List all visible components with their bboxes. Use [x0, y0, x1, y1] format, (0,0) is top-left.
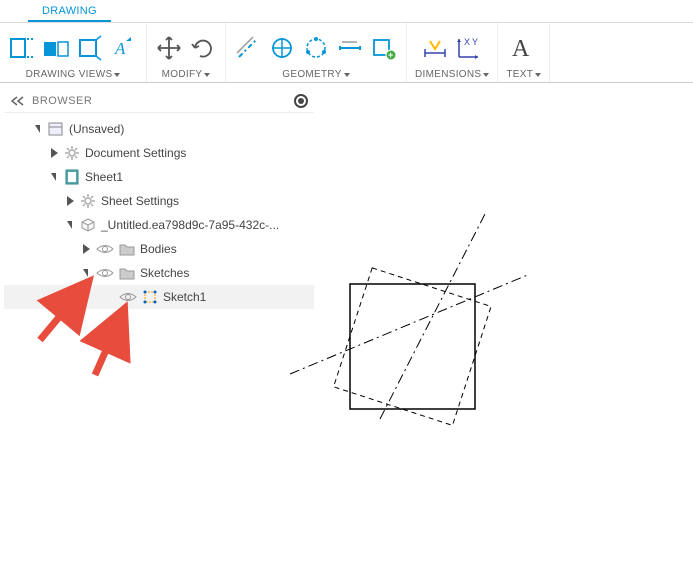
- tree-label: Sketches: [140, 266, 189, 280]
- twisty-open-icon[interactable]: [49, 172, 59, 182]
- tree-untitled[interactable]: _Untitled.ea798d9c-7a95-432c-...: [4, 213, 314, 237]
- section-view-icon[interactable]: [76, 34, 104, 62]
- browser-header: BROWSER: [4, 90, 314, 113]
- dimension-icon[interactable]: [421, 34, 449, 62]
- tree-label: Sheet1: [85, 170, 123, 184]
- sketch-sym-icon[interactable]: +: [370, 34, 398, 62]
- group-label-text[interactable]: TEXT: [506, 69, 541, 82]
- collapse-browser-icon[interactable]: [10, 95, 26, 107]
- browser-toggle-icon[interactable]: [294, 94, 308, 108]
- caret-down-icon: [114, 73, 120, 77]
- visibility-eye-icon[interactable]: [96, 267, 114, 279]
- gear-icon: [64, 145, 80, 161]
- centerline-icon[interactable]: [234, 34, 262, 62]
- group-label-views[interactable]: DRAWING VIEWS: [26, 69, 121, 82]
- sketch-icon: [142, 289, 158, 305]
- tree-label: Sketch1: [163, 290, 206, 304]
- twisty-open-icon[interactable]: [33, 124, 43, 134]
- tree-label: (Unsaved): [69, 122, 124, 136]
- tree-doc-settings[interactable]: Document Settings: [4, 141, 314, 165]
- tab-drawing[interactable]: DRAWING: [28, 1, 111, 22]
- component-icon: [80, 217, 96, 233]
- center-pattern-icon[interactable]: [302, 34, 330, 62]
- drawing-doc-icon: [48, 121, 64, 137]
- ribbon: DRAWING A DRAWING VIEWS: [0, 0, 693, 83]
- twisty-open-icon[interactable]: [65, 220, 75, 230]
- tree-sheet[interactable]: Sheet1: [4, 165, 314, 189]
- folder-icon: [119, 241, 135, 257]
- detail-view-icon[interactable]: A: [110, 34, 138, 62]
- svg-text:A: A: [114, 39, 126, 58]
- tree-sketches[interactable]: Sketches: [4, 261, 314, 285]
- visibility-eye-icon[interactable]: [119, 291, 137, 303]
- tree-sketch1[interactable]: Sketch1: [4, 285, 314, 309]
- twisty-closed-icon[interactable]: [49, 148, 59, 158]
- group-label-dimensions[interactable]: DIMENSIONS: [415, 69, 489, 82]
- svg-text:+: +: [388, 50, 393, 60]
- group-label-geometry[interactable]: GEOMETRY: [282, 69, 349, 82]
- tree-root[interactable]: (Unsaved): [4, 117, 314, 141]
- browser-tree: (Unsaved) Document Settings Sheet1: [4, 113, 314, 313]
- svg-text:A: A: [512, 36, 530, 62]
- ordinate-icon[interactable]: XY: [455, 34, 483, 62]
- center-mark-icon[interactable]: [268, 34, 296, 62]
- edge-ext-icon[interactable]: [336, 34, 364, 62]
- tree-sheet-settings[interactable]: Sheet Settings: [4, 189, 314, 213]
- text-icon[interactable]: A: [508, 34, 540, 62]
- tree-label: Bodies: [140, 242, 177, 256]
- tree-label: Document Settings: [85, 146, 186, 160]
- tab-strip: DRAWING: [0, 0, 693, 22]
- caret-down-icon: [204, 73, 210, 77]
- rotate-icon[interactable]: [189, 34, 217, 62]
- ribbon-row: A DRAWING VIEWS MODIFY: [0, 22, 693, 82]
- group-modify: MODIFY: [147, 23, 226, 82]
- svg-text:X: X: [464, 37, 470, 47]
- svg-text:Y: Y: [472, 37, 478, 47]
- move-icon[interactable]: [155, 34, 183, 62]
- gear-icon: [80, 193, 96, 209]
- group-label-modify[interactable]: MODIFY: [162, 69, 211, 82]
- browser-title: BROWSER: [32, 95, 288, 107]
- caret-down-icon: [344, 73, 350, 77]
- twisty-closed-icon[interactable]: [65, 196, 75, 206]
- group-text: A TEXT: [498, 23, 550, 82]
- tree-label: _Untitled.ea798d9c-7a95-432c-...: [101, 218, 279, 232]
- caret-down-icon: [483, 73, 489, 77]
- tree-bodies[interactable]: Bodies: [4, 237, 314, 261]
- sheet-icon: [64, 169, 80, 185]
- twisty-closed-icon[interactable]: [81, 244, 91, 254]
- base-view-icon[interactable]: [8, 34, 36, 62]
- visibility-eye-icon[interactable]: [96, 243, 114, 255]
- group-dimensions: XY DIMENSIONS: [407, 23, 498, 82]
- twisty-open-icon[interactable]: [81, 268, 91, 278]
- projected-view-icon[interactable]: [42, 34, 70, 62]
- folder-icon: [119, 265, 135, 281]
- group-geometry: + GEOMETRY: [226, 23, 407, 82]
- browser-panel: BROWSER (Unsaved) Document Settings: [4, 90, 314, 313]
- tree-label: Sheet Settings: [101, 194, 179, 208]
- group-drawing-views: A DRAWING VIEWS: [0, 23, 147, 82]
- caret-down-icon: [535, 73, 541, 77]
